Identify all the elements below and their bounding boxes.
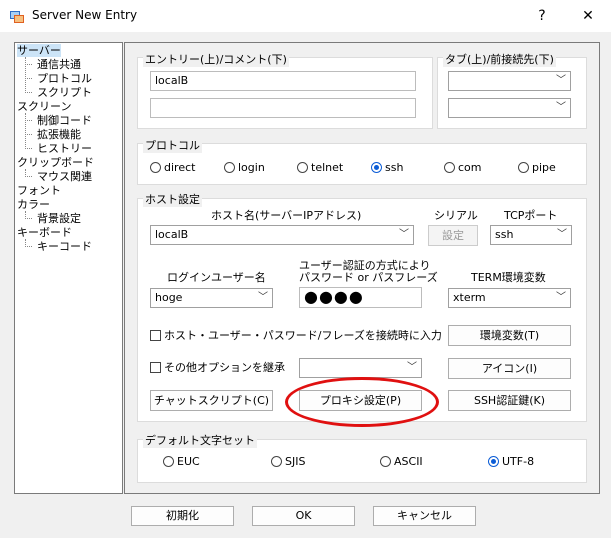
tab-select[interactable]: ﹀ [448,71,571,91]
inherit-options-checkbox[interactable]: その他オプションを継承 [150,361,285,374]
tree-item-screen[interactable]: スクリーン [17,100,71,113]
hostname-label: ホスト名(サーバーIPアドレス) [211,209,362,222]
tree-item-clipboard[interactable]: クリップボード [17,156,94,169]
host-settings-label: ホスト設定 [143,191,202,207]
protocol-radio-pipe[interactable]: pipe [518,161,556,174]
tree-item-background[interactable]: 背景設定 [37,212,81,225]
server-settings-panel: エントリー(上)/コメント(下) localB タブ(上)/前接続先(下) ﹀ … [124,42,600,494]
term-env-combo[interactable]: xterm ﹀ [448,288,571,308]
chevron-down-icon: ﹀ [399,229,409,240]
term-env-label: TERM環境変数 [471,271,546,284]
tab-group-label: タブ(上)/前接続先(下) [443,51,556,67]
tree-item-font[interactable]: フォント [17,184,61,197]
charset-radio-utf8[interactable]: UTF-8 [488,455,534,468]
password-field[interactable]: ●●●● [299,287,422,308]
window-title: Server New Entry [32,8,138,22]
entry-group-label: エントリー(上)/コメント(下) [143,51,289,67]
tree-item-protocol[interactable]: プロトコル [37,72,92,85]
tree-item-mouse[interactable]: マウス関連 [37,170,92,183]
tree-item-script[interactable]: スクリプト [37,86,92,99]
close-button[interactable]: ✕ [565,0,611,32]
tree-item-history[interactable]: ヒストリー [37,142,92,155]
entry-group [137,57,433,129]
serial-label: シリアル [434,209,478,222]
help-button[interactable]: ? [519,0,565,32]
ssh-auth-key-button[interactable]: SSH認証鍵(K) [448,390,571,411]
chevron-down-icon: ﹀ [258,292,268,303]
protocol-radio-login[interactable]: login [224,161,265,174]
serial-settings-button[interactable]: 設定 [428,225,478,246]
proxy-settings-button[interactable]: プロキシ設定(P) [299,390,422,411]
icon-button[interactable]: アイコン(I) [448,358,571,379]
entry-name-input[interactable]: localB [150,71,416,91]
chevron-down-icon: ﹀ [556,75,566,86]
chevron-down-icon: ﹀ [556,102,566,113]
charset-radio-ascii[interactable]: ASCII [380,455,423,468]
tab-group [437,57,587,129]
entry-comment-input[interactable] [150,98,416,118]
protocol-radio-ssh[interactable]: ssh [371,161,403,174]
protocol-radio-direct[interactable]: direct [150,161,195,174]
chevron-down-icon: ﹀ [557,229,567,240]
tcp-port-label: TCPポート [504,209,558,222]
auth-label-line2: パスワード or パスフレーズ [299,271,438,284]
previous-connection-select[interactable]: ﹀ [448,98,571,118]
cancel-button[interactable]: キャンセル [373,506,476,526]
protocol-radio-com[interactable]: com [444,161,482,174]
login-user-label: ログインユーザー名 [167,271,266,284]
hostname-combo[interactable]: localB ﹀ [150,225,414,245]
protocol-group-label: プロトコル [143,137,202,153]
charset-radio-euc[interactable]: EUC [163,455,200,468]
tree-item-server[interactable]: サーバー [17,44,61,57]
tree-item-extension[interactable]: 拡張機能 [37,128,81,141]
ok-button[interactable]: OK [252,506,355,526]
chevron-down-icon: ﹀ [556,292,566,303]
window-app-icon [10,11,24,23]
tree-item-comm[interactable]: 通信共通 [37,58,81,71]
tcp-port-combo[interactable]: ssh ﹀ [490,225,572,245]
login-user-combo[interactable]: hoge ﹀ [150,288,273,308]
init-button[interactable]: 初期化 [131,506,234,526]
charset-group-label: デフォルト文字セット [143,432,257,448]
chat-script-button[interactable]: チャットスクリプト(C) [150,390,273,411]
charset-radio-sjis[interactable]: SJIS [271,455,305,468]
tree-item-control-code[interactable]: 制御コード [37,114,92,127]
chevron-down-icon: ﹀ [407,362,417,373]
tree-item-color[interactable]: カラー [17,198,50,211]
input-on-connect-checkbox[interactable]: ホスト・ユーザー・パスワード/フレーズを接続時に入力 [150,329,442,342]
tree-item-keycode[interactable]: キーコード [37,240,92,253]
protocol-radio-telnet[interactable]: telnet [297,161,343,174]
tree-item-keyboard[interactable]: キーボード [17,226,72,239]
env-vars-button[interactable]: 環境変数(T) [448,325,571,346]
settings-tree[interactable]: サーバー 通信共通 プロトコル スクリプト スクリーン 制御コード 拡張機能 ヒ… [14,42,123,494]
title-bar: Server New Entry ? ✕ [0,0,611,32]
inherit-options-combo[interactable]: ﹀ [299,358,422,378]
